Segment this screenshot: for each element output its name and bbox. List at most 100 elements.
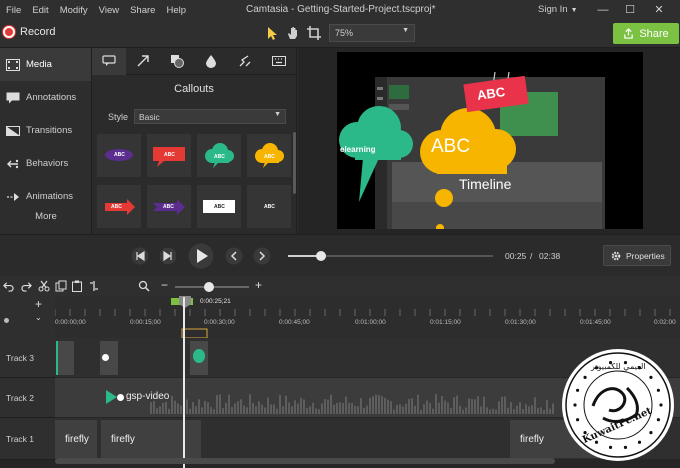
track-2-header[interactable]: Track 2	[0, 378, 55, 418]
menu-view[interactable]: View	[99, 5, 119, 16]
thumb-text: ABC	[163, 204, 174, 210]
hand-icon[interactable]	[285, 25, 301, 41]
zoom-select[interactable]: 75% ▼	[329, 24, 415, 42]
tab-arrows[interactable]	[126, 48, 160, 75]
behavior-icon	[7, 159, 19, 168]
zoom-in-button[interactable]: +	[255, 278, 262, 292]
share-label: Share	[639, 27, 669, 40]
sidebar-item-animations[interactable]: Animations	[0, 180, 91, 213]
thumb-text: ABC	[114, 152, 125, 158]
callout-thumb-yellow-cloud[interactable]: ABC	[247, 134, 291, 177]
sidebar-item-label: Transitions	[26, 125, 73, 136]
callout-thumb-text[interactable]: ABC	[247, 185, 291, 228]
menu-share[interactable]: Share	[130, 5, 155, 16]
timeline-caption: Timeline	[459, 176, 512, 192]
marker-toggle-icon[interactable]	[4, 318, 9, 323]
tab-keystroke[interactable]	[262, 48, 296, 75]
tick-label: 0:01:15;00	[430, 319, 461, 326]
ruler-ticks	[55, 296, 671, 338]
menu-edit[interactable]: Edit	[32, 5, 48, 16]
window-title: Camtasia - Getting-Started-Project.tscpr…	[246, 4, 436, 15]
sidebar-item-annotations[interactable]: Annotations	[0, 81, 91, 114]
play-icon[interactable]	[188, 243, 214, 269]
track-label: Track 2	[6, 392, 35, 403]
timeline-zoom-slider[interactable]	[175, 282, 249, 292]
tick-label: 0:00:15;00	[130, 319, 161, 326]
previous-icon[interactable]	[225, 247, 243, 265]
menu-modify[interactable]: Modify	[60, 5, 88, 16]
track-1-clip[interactable]: firefly	[101, 420, 201, 458]
more-button[interactable]: More	[0, 211, 92, 222]
undo-icon[interactable]	[3, 281, 14, 292]
step-forward-icon[interactable]	[159, 247, 177, 265]
callout-thumb-white-box[interactable]: ABC	[197, 185, 241, 228]
scrub-track[interactable]	[288, 251, 493, 261]
callout-thumb-red-arrow[interactable]: ABC	[97, 185, 141, 228]
add-track-button[interactable]: +	[35, 297, 42, 311]
zoom-slider-handle[interactable]	[204, 282, 214, 292]
track-1-header[interactable]: Track 1	[0, 418, 55, 460]
menu-file[interactable]: File	[6, 5, 21, 16]
pointer-icon[interactable]	[264, 25, 280, 41]
style-select[interactable]: Basic ▼	[134, 109, 287, 124]
clip-label: firefly	[520, 434, 544, 445]
maximize-icon[interactable]: ☐	[622, 2, 638, 18]
record-label: Record	[20, 26, 56, 38]
sign-in-button[interactable]: Sign In ▼	[538, 4, 578, 15]
style-value: Basic	[139, 112, 160, 122]
collapse-tracks-icon[interactable]: ⌄	[35, 313, 42, 322]
playhead-line[interactable]	[183, 297, 185, 468]
split-icon[interactable]	[88, 280, 100, 292]
callout-abc-text: ABC	[431, 136, 471, 157]
minimize-icon[interactable]: —	[595, 2, 611, 18]
timeline-horizontal-scrollbar[interactable]	[55, 458, 555, 464]
search-icon[interactable]	[138, 280, 150, 292]
clip-label: firefly	[111, 434, 135, 445]
preview-canvas[interactable]: elearning ABC ABC Timeline	[337, 52, 643, 229]
track-3-clip[interactable]	[56, 341, 74, 375]
sidebar-item-media[interactable]: Media	[0, 48, 91, 81]
track-3-header[interactable]: Track 3	[0, 338, 55, 378]
zoom-out-button[interactable]: −	[161, 278, 168, 292]
tab-sketch[interactable]	[228, 48, 262, 75]
playhead-handle[interactable]	[179, 296, 191, 308]
callout-thumb-purple-arrow[interactable]: ABC	[147, 185, 191, 228]
sidebar-item-transitions[interactable]: Transitions	[0, 114, 91, 147]
properties-button[interactable]: Properties	[603, 245, 671, 266]
sign-in-label: Sign In	[538, 4, 568, 15]
tab-callouts[interactable]	[92, 47, 126, 75]
panel-scrollbar[interactable]	[293, 132, 296, 194]
track-3-clip[interactable]	[100, 341, 118, 375]
callout-thumb-teal-cloud[interactable]: ABC	[197, 134, 241, 177]
gear-icon	[611, 251, 621, 260]
redo-icon[interactable]	[21, 281, 32, 292]
video-clip-icon	[106, 390, 117, 404]
next-icon[interactable]	[253, 247, 271, 265]
clip-label: gsp-video	[126, 391, 170, 402]
tab-blur[interactable]	[194, 48, 228, 75]
step-back-icon[interactable]	[131, 247, 149, 265]
sidebar-item-behaviors[interactable]: Behaviors	[0, 147, 91, 180]
close-icon[interactable]: ✕	[651, 2, 667, 18]
tab-shapes[interactable]	[160, 48, 194, 75]
cut-icon[interactable]	[38, 280, 50, 292]
paste-icon[interactable]	[71, 280, 83, 292]
share-button[interactable]: Share	[613, 23, 679, 44]
callout-icon	[102, 55, 116, 66]
scrub-handle[interactable]	[315, 251, 326, 261]
sidebar-item-label: Annotations	[26, 92, 77, 103]
callout-thumb-red-speech[interactable]: ABC	[147, 134, 191, 177]
track-3-callout-clip[interactable]	[190, 341, 208, 375]
crop-icon[interactable]	[306, 25, 322, 41]
timeline-ruler[interactable]: + ⌄ 0:00:25;21 0:00:00;00 0:00:15;00 0:0…	[0, 296, 680, 338]
record-button[interactable]: Record	[3, 26, 55, 38]
keystroke-icon	[272, 56, 286, 66]
track-1-clip[interactable]: firefly	[55, 420, 97, 458]
menu-help[interactable]: Help	[166, 5, 186, 16]
main-toolbar: Record 75% ▼ Share	[0, 20, 680, 48]
copy-icon[interactable]	[55, 280, 67, 292]
clip-label: firefly	[65, 434, 89, 445]
callout-clip-icon	[193, 349, 205, 363]
callout-thumb-purple-oval[interactable]: ABC	[97, 134, 141, 177]
panel-title: Callouts	[174, 83, 214, 95]
